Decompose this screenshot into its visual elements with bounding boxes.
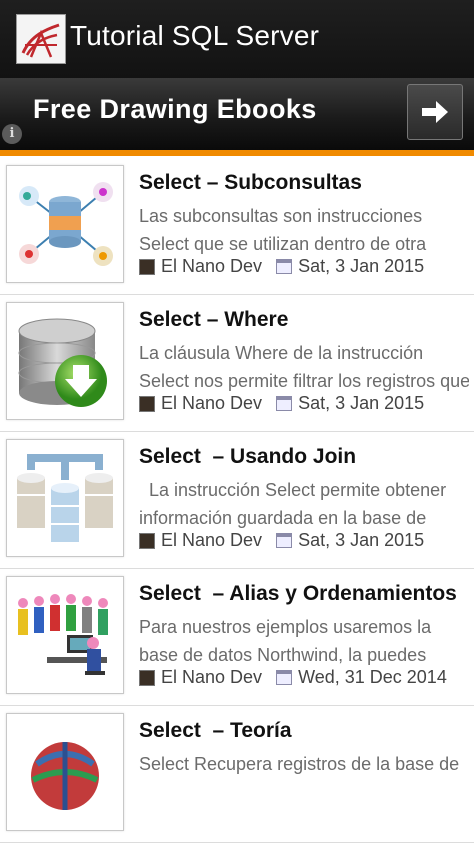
- item-title[interactable]: Select – Teoría: [139, 719, 292, 743]
- item-description-line-2: Select nos permite filtrar los registros…: [139, 371, 469, 391]
- item-date: Sat, 3 Jan 2015: [298, 256, 425, 276]
- item-meta: El Nano Dev Sat, 3 Jan 2015: [139, 393, 424, 414]
- ad-text[interactable]: Free Drawing Ebooks: [33, 94, 317, 125]
- accent-divider: [0, 150, 474, 156]
- item-meta: El Nano Dev Sat, 3 Jan 2015: [139, 256, 424, 277]
- item-meta: El Nano Dev Wed, 31 Dec 2014: [139, 667, 447, 688]
- item-author: El Nano Dev: [161, 393, 263, 413]
- item-author: El Nano Dev: [161, 530, 263, 550]
- ad-banner[interactable]: Free Drawing Ebooks i: [0, 78, 474, 150]
- item-description-line-2: Select que se utilizan dentro de otra: [139, 234, 427, 254]
- database-join-icon: [6, 439, 124, 557]
- item-description-line-2: base de datos Northwind, la puedes: [139, 645, 427, 665]
- list-item[interactable]: Select – Usando Join La instrucción Sele…: [0, 432, 474, 569]
- calendar-icon: [276, 533, 293, 548]
- item-title[interactable]: Select – Alias y Ordenamientos: [139, 582, 457, 606]
- item-title[interactable]: Select – Subconsultas: [139, 171, 362, 195]
- item-description-line-1: Para nuestros ejemplos usaremos la: [139, 617, 432, 637]
- item-description: La cláusula Where de la instrucción Sele…: [139, 339, 469, 395]
- list-item[interactable]: Select – Subconsultas Las subconsultas s…: [0, 158, 474, 295]
- ad-arrow-button[interactable]: [407, 84, 463, 140]
- sql-server-logo-icon: [16, 14, 66, 64]
- author-avatar-icon: [139, 669, 155, 686]
- item-title[interactable]: Select – Where: [139, 308, 288, 332]
- author-avatar-icon: [139, 258, 155, 275]
- author-avatar-icon: [139, 532, 155, 549]
- item-description-line-2: información guardada en la base de: [139, 508, 427, 528]
- ad-info-icon[interactable]: i: [2, 124, 22, 144]
- app-title: Tutorial SQL Server: [70, 20, 320, 51]
- author-avatar-icon: [139, 395, 155, 412]
- calendar-icon: [276, 670, 293, 685]
- item-date: Wed, 31 Dec 2014: [298, 667, 447, 687]
- app-bar: Tutorial SQL Server: [0, 0, 474, 78]
- item-description-line-1: La instrucción Select permite obtener: [139, 480, 447, 500]
- calendar-icon: [276, 396, 293, 411]
- item-description: Para nuestros ejemplos usaremos la base …: [139, 613, 469, 669]
- item-date: Sat, 3 Jan 2015: [298, 393, 425, 413]
- item-author: El Nano Dev: [161, 256, 263, 276]
- people-computer-icon: [6, 576, 124, 694]
- list-item[interactable]: Select – Teoría Select Recupera registro…: [0, 706, 474, 843]
- calendar-icon: [276, 259, 293, 274]
- article-list[interactable]: Select – Subconsultas Las subconsultas s…: [0, 158, 474, 843]
- item-description: Select Recupera registros de la base de: [139, 750, 469, 806]
- item-description-line-1: Las subconsultas son instrucciones: [139, 206, 423, 226]
- globe-icon: [6, 713, 124, 831]
- item-title[interactable]: Select – Usando Join: [139, 445, 356, 469]
- item-description-line-1: La cláusula Where de la instrucción: [139, 343, 424, 363]
- item-description: Las subconsultas son instrucciones Selec…: [139, 202, 469, 258]
- database-download-icon: [6, 302, 124, 420]
- list-item[interactable]: Select – Alias y Ordenamientos Para nues…: [0, 569, 474, 706]
- item-meta: El Nano Dev Sat, 3 Jan 2015: [139, 530, 424, 551]
- database-network-icon: [6, 165, 124, 283]
- item-description-line-1: Select Recupera registros de la base de: [139, 754, 460, 774]
- list-item[interactable]: Select – Where La cláusula Where de la i…: [0, 295, 474, 432]
- item-date: Sat, 3 Jan 2015: [298, 530, 425, 550]
- item-author: El Nano Dev: [161, 667, 263, 687]
- arrow-right-icon: [422, 101, 448, 123]
- item-description: La instrucción Select permite obtener in…: [139, 476, 469, 532]
